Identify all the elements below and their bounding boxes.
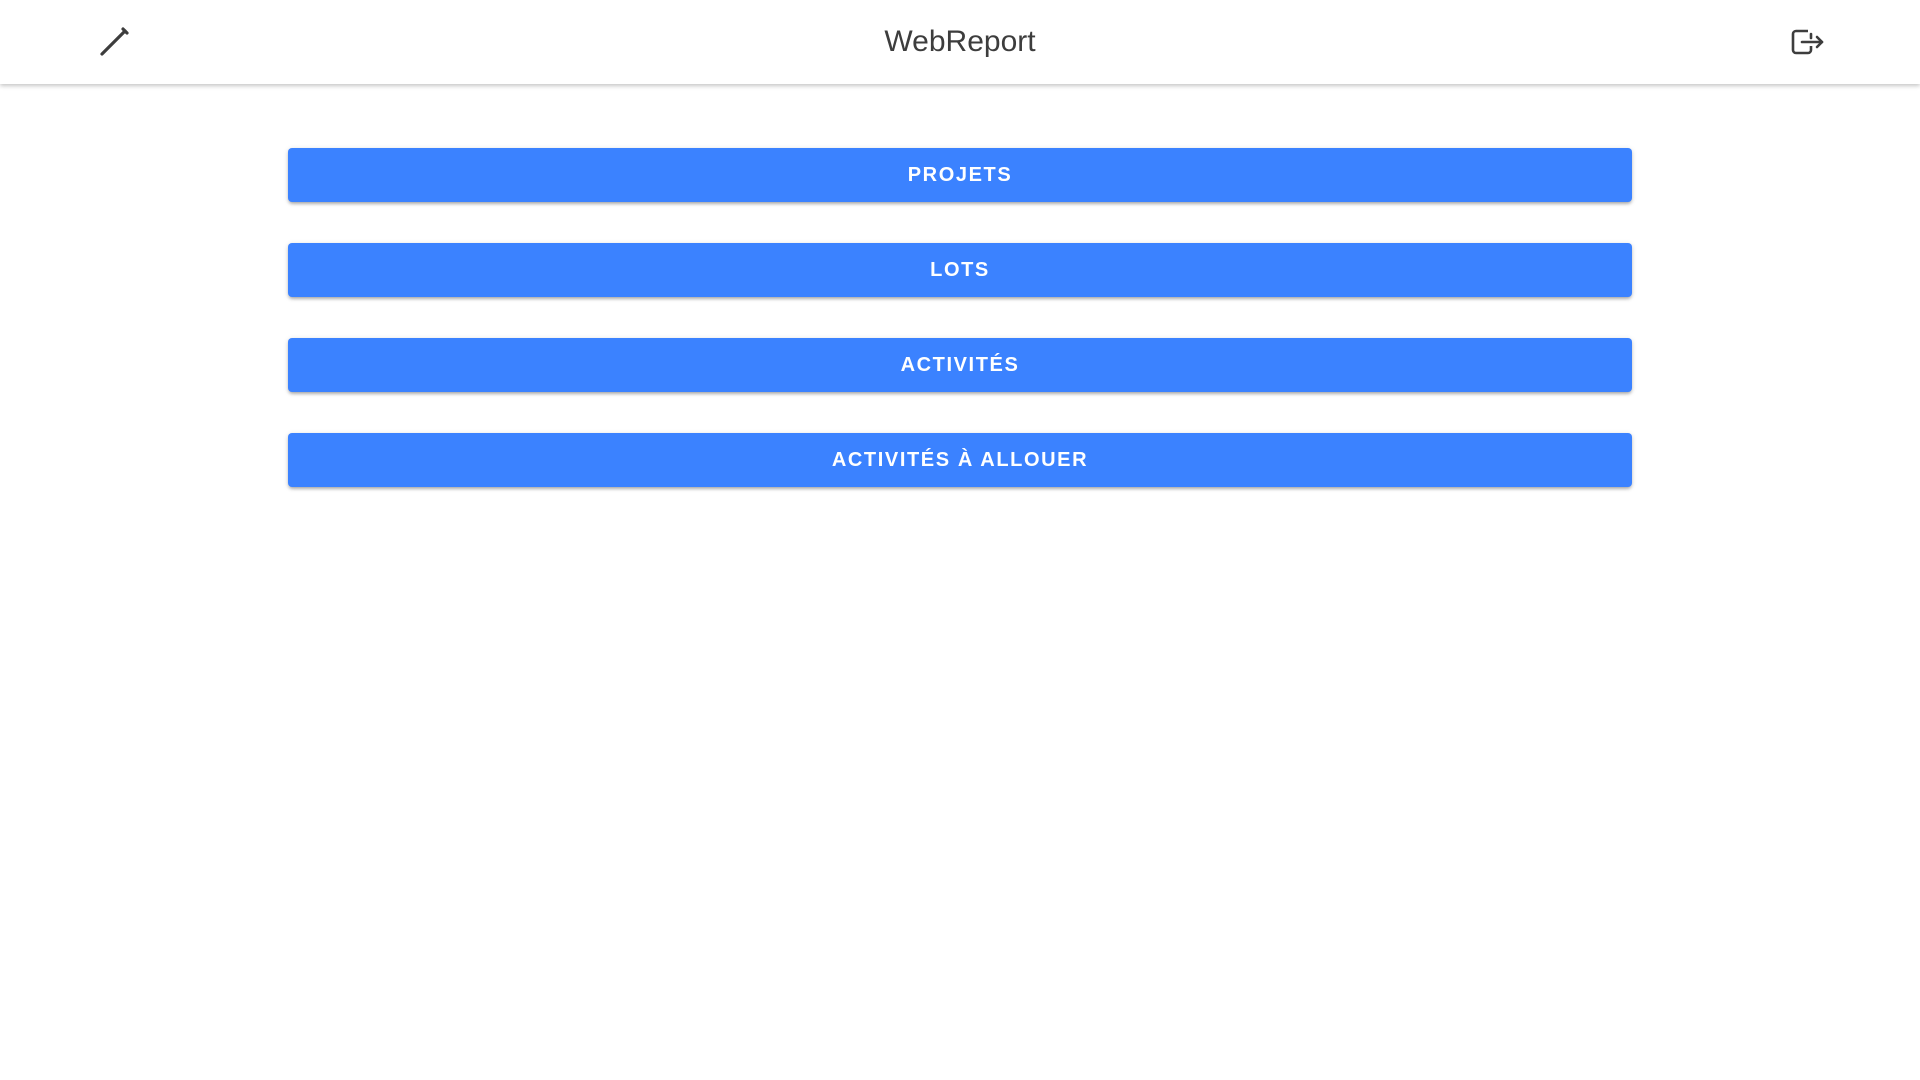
main-menu: PROJETS LOTS ACTIVITÉS ACTIVITÉS À ALLOU…	[288, 148, 1632, 528]
edit-button[interactable]	[90, 18, 138, 66]
logout-button[interactable]	[1782, 18, 1830, 66]
logout-icon	[1791, 29, 1824, 55]
activites-a-allouer-button[interactable]: ACTIVITÉS À ALLOUER	[288, 433, 1632, 487]
page-title: WebReport	[884, 25, 1036, 58]
app-header: WebReport	[0, 0, 1920, 84]
activites-button[interactable]: ACTIVITÉS	[288, 338, 1632, 392]
projets-button[interactable]: PROJETS	[288, 148, 1632, 202]
pencil-icon	[100, 27, 129, 56]
lots-button[interactable]: LOTS	[288, 243, 1632, 297]
